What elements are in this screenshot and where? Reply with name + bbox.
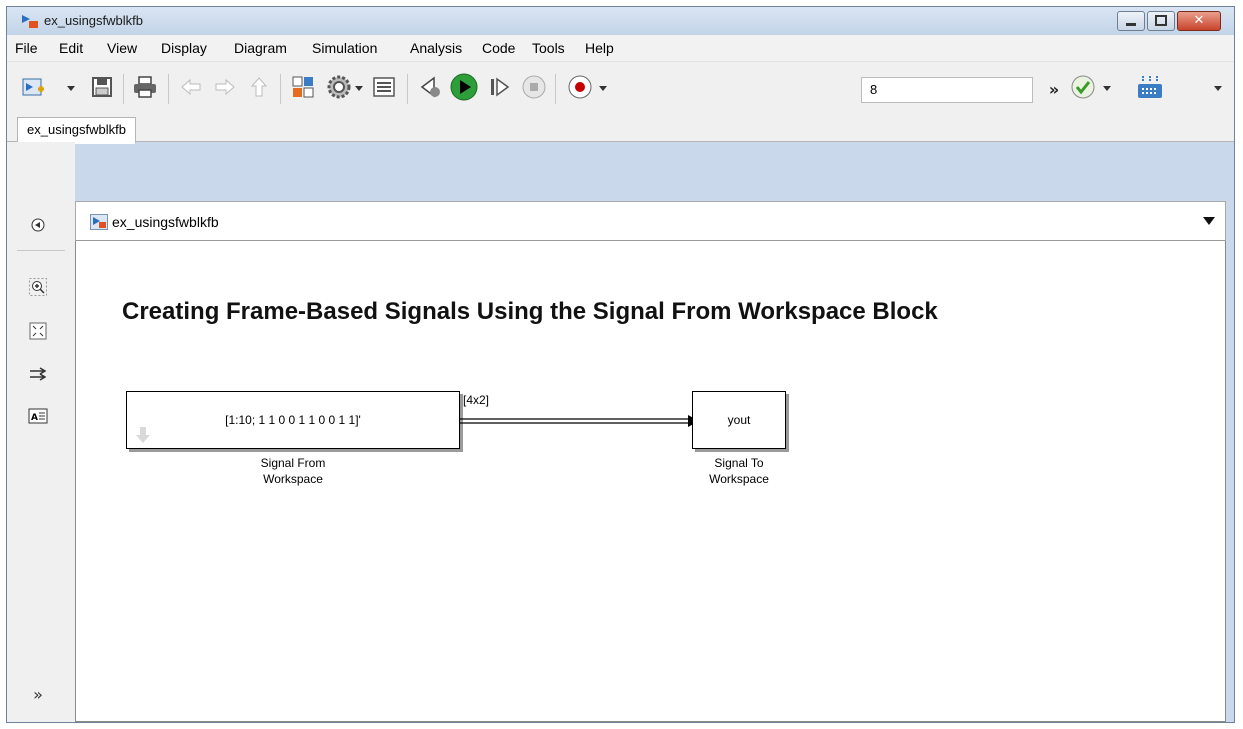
palette-bar: A » <box>7 142 75 722</box>
toolbar-separator <box>280 74 281 104</box>
step-back-icon <box>418 75 442 103</box>
sink-block-label: Signal To Workspace <box>709 456 769 486</box>
simulation-stop-time-input[interactable]: 8 <box>861 77 1033 103</box>
back-button[interactable] <box>178 76 204 102</box>
expand-icon: » <box>33 684 43 704</box>
advisor-dropdown-arrow[interactable] <box>1103 86 1111 91</box>
model-settings-button[interactable] <box>326 75 352 103</box>
menu-help[interactable]: Help <box>585 40 614 56</box>
model-advisor-button[interactable] <box>1070 75 1096 103</box>
model-icon <box>22 75 46 103</box>
zoom-button[interactable] <box>29 278 47 300</box>
hide-browser-icon <box>30 217 46 237</box>
model-explorer-icon <box>373 77 395 101</box>
menu-view[interactable]: View <box>107 40 137 56</box>
build-icon <box>1136 74 1164 104</box>
toolbar-separator <box>168 74 169 104</box>
tab-ex-usingsfwblkfb[interactable]: ex_usingsfwblkfb <box>17 117 136 144</box>
window-title: ex_usingsfwblkfb <box>44 13 143 28</box>
signal-line[interactable] <box>460 411 700 431</box>
build-dropdown-arrow[interactable] <box>1214 86 1222 91</box>
check-icon <box>1071 75 1095 103</box>
frame-arrow-icon <box>135 426 151 448</box>
library-browser-button[interactable] <box>290 76 316 102</box>
fit-to-view-icon <box>29 322 47 344</box>
settings-dropdown-arrow[interactable] <box>355 86 363 91</box>
step-forward-icon <box>488 76 510 102</box>
toolbar-separator <box>407 74 408 104</box>
sink-block-value: yout <box>727 413 751 427</box>
menu-code[interactable]: Code <box>482 40 515 56</box>
back-icon <box>180 78 202 100</box>
title-bar: ex_usingsfwblkfb ✕ <box>7 7 1234 35</box>
expand-palette-button[interactable]: » <box>29 684 47 704</box>
hide-browser-button[interactable] <box>29 218 47 236</box>
menu-edit[interactable]: Edit <box>59 40 83 56</box>
model-window: ex_usingsfwblkfb ✕ File Edit View Displa… <box>6 6 1235 723</box>
diagram-canvas[interactable]: Creating Frame-Based Signals Using the S… <box>75 241 1226 722</box>
menu-tools[interactable]: Tools <box>532 40 565 56</box>
signal-dimension-label: [4x2] <box>463 393 490 407</box>
menu-diagram[interactable]: Diagram <box>234 40 287 56</box>
menu-simulation[interactable]: Simulation <box>312 40 377 56</box>
forward-button[interactable] <box>212 76 238 102</box>
palette-separator <box>17 250 65 251</box>
up-button[interactable] <box>246 76 272 102</box>
menu-analysis[interactable]: Analysis <box>410 40 462 56</box>
forward-icon <box>214 78 236 100</box>
run-button[interactable] <box>450 73 478 105</box>
menu-bar: File Edit View Display Diagram Simulatio… <box>7 35 1234 61</box>
minimize-button[interactable] <box>1117 11 1145 31</box>
print-button[interactable] <box>132 76 158 102</box>
toolbar-separator <box>123 74 124 104</box>
model-explorer-button[interactable] <box>371 76 397 102</box>
stop-icon <box>522 75 546 103</box>
record-icon <box>568 75 592 103</box>
stop-button[interactable] <box>521 75 547 103</box>
source-block-value: [1:10; 1 1 0 0 1 1 0 0 1 1]' <box>225 413 361 427</box>
signal-from-workspace-block[interactable]: [1:10; 1 1 0 0 1 1 0 0 1 1]' <box>126 391 460 449</box>
save-button[interactable] <box>89 76 115 102</box>
toolbar: 8 » <box>7 61 1234 116</box>
new-model-button[interactable] <box>21 76 47 102</box>
model-icon <box>90 214 108 234</box>
svg-text:A: A <box>31 413 38 423</box>
more-toolbar-button[interactable]: » <box>1041 76 1067 102</box>
toolbar-separator <box>555 74 556 104</box>
run-icon <box>450 73 478 105</box>
fit-to-view-button[interactable] <box>29 322 47 344</box>
annotation-icon: A <box>28 408 48 428</box>
up-icon <box>250 76 268 102</box>
address-path[interactable]: ex_usingsfwblkfb <box>112 214 219 230</box>
arrow-icon <box>28 366 48 386</box>
settings-icon <box>327 75 351 103</box>
address-dropdown-arrow[interactable] <box>1203 217 1215 225</box>
annotation-button[interactable]: A <box>28 408 48 428</box>
new-dropdown-arrow[interactable] <box>67 86 75 91</box>
record-button[interactable] <box>567 75 593 103</box>
save-icon <box>91 76 113 102</box>
model-browser-address-bar[interactable]: ex_usingsfwblkfb <box>75 201 1226 241</box>
simulink-model-icon <box>21 13 39 29</box>
step-forward-button[interactable] <box>486 76 512 102</box>
source-block-label: Signal From Workspace <box>260 456 326 486</box>
maximize-button[interactable] <box>1147 11 1175 31</box>
step-back-button[interactable] <box>417 76 443 102</box>
record-dropdown-arrow[interactable] <box>599 86 607 91</box>
route-lines-button[interactable] <box>29 367 47 385</box>
menu-display[interactable]: Display <box>161 40 207 56</box>
build-button[interactable] <box>1137 76 1163 102</box>
zoom-icon <box>29 278 47 300</box>
print-icon <box>133 76 157 102</box>
close-button[interactable]: ✕ <box>1177 11 1221 31</box>
menu-file[interactable]: File <box>15 40 38 56</box>
diagram-annotation[interactable]: Creating Frame-Based Signals Using the S… <box>122 298 938 326</box>
tab-strip: ex_usingsfwblkfb <box>7 115 1234 144</box>
library-browser-icon <box>292 76 314 102</box>
close-icon: ✕ <box>1193 13 1205 28</box>
signal-to-workspace-block[interactable]: yout <box>692 391 786 449</box>
